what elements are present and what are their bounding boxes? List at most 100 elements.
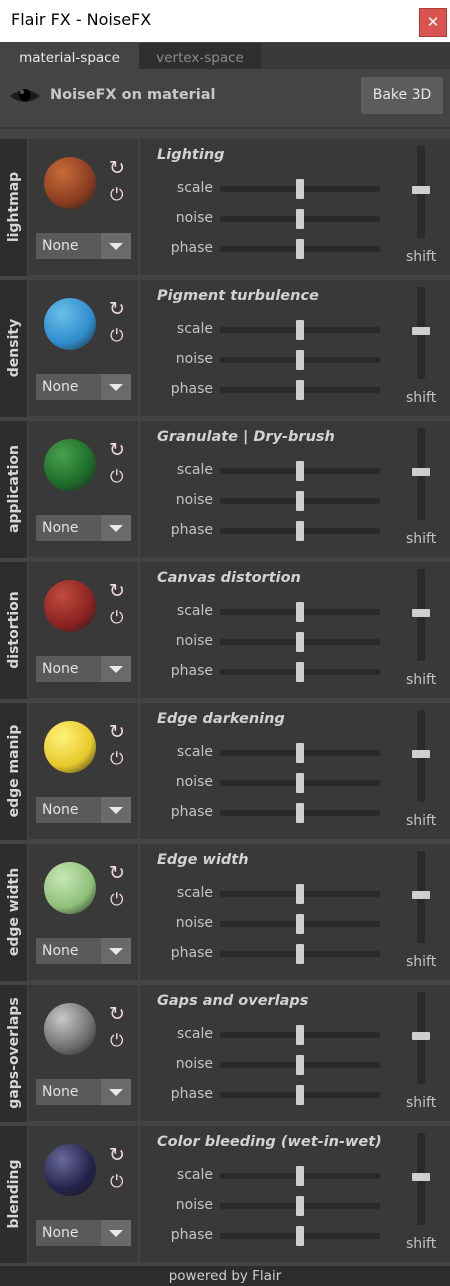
texture-select[interactable]: None bbox=[36, 1220, 131, 1246]
shift-slider-handle[interactable] bbox=[412, 468, 430, 476]
phase-slider-handle[interactable] bbox=[296, 1085, 304, 1105]
phase-slider[interactable] bbox=[220, 662, 380, 682]
reset-icon[interactable]: ↻ bbox=[109, 1004, 125, 1024]
material-sphere[interactable] bbox=[44, 862, 96, 914]
scale-slider-handle[interactable] bbox=[296, 179, 304, 199]
texture-select[interactable]: None bbox=[36, 1079, 131, 1105]
noise-slider-handle[interactable] bbox=[296, 350, 304, 370]
reset-icon[interactable]: ↻ bbox=[109, 863, 125, 883]
scale-slider-handle[interactable] bbox=[296, 461, 304, 481]
scale-slider-handle[interactable] bbox=[296, 1166, 304, 1186]
shift-slider[interactable] bbox=[412, 146, 430, 238]
dropdown-button[interactable] bbox=[101, 374, 131, 400]
reset-icon[interactable]: ↻ bbox=[109, 722, 125, 742]
power-icon[interactable]: ⏻ bbox=[110, 467, 123, 487]
phase-slider-handle[interactable] bbox=[296, 662, 304, 682]
shift-slider[interactable] bbox=[412, 710, 430, 802]
shift-slider-handle[interactable] bbox=[412, 891, 430, 899]
shift-slider-handle[interactable] bbox=[412, 1173, 430, 1181]
texture-select[interactable]: None bbox=[36, 656, 131, 682]
close-button[interactable]: ✕ bbox=[419, 8, 447, 37]
scale-slider-handle[interactable] bbox=[296, 884, 304, 904]
noise-slider-handle[interactable] bbox=[296, 209, 304, 229]
scale-slider-handle[interactable] bbox=[296, 1025, 304, 1045]
eye-icon[interactable] bbox=[8, 84, 42, 108]
power-icon[interactable]: ⏻ bbox=[110, 1172, 123, 1192]
phase-slider[interactable] bbox=[220, 1226, 380, 1246]
power-icon[interactable]: ⏻ bbox=[110, 185, 123, 205]
shift-slider-handle[interactable] bbox=[412, 1032, 430, 1040]
scale-slider[interactable] bbox=[220, 743, 380, 763]
material-sphere[interactable] bbox=[44, 1144, 96, 1196]
dropdown-button[interactable] bbox=[101, 938, 131, 964]
phase-slider[interactable] bbox=[220, 380, 380, 400]
phase-slider[interactable] bbox=[220, 1085, 380, 1105]
texture-select[interactable]: None bbox=[36, 515, 131, 541]
power-icon[interactable]: ⏻ bbox=[110, 1031, 123, 1051]
shift-slider[interactable] bbox=[412, 287, 430, 379]
texture-select[interactable]: None bbox=[36, 938, 131, 964]
material-sphere[interactable] bbox=[44, 439, 96, 491]
material-sphere[interactable] bbox=[44, 1003, 96, 1055]
dropdown-button[interactable] bbox=[101, 515, 131, 541]
shift-slider[interactable] bbox=[412, 428, 430, 520]
texture-select[interactable]: None bbox=[36, 797, 131, 823]
noise-slider[interactable] bbox=[220, 1196, 380, 1216]
noise-slider[interactable] bbox=[220, 209, 380, 229]
scale-slider-handle[interactable] bbox=[296, 743, 304, 763]
scale-slider[interactable] bbox=[220, 320, 380, 340]
dropdown-button[interactable] bbox=[101, 656, 131, 682]
power-icon[interactable]: ⏻ bbox=[110, 608, 123, 628]
noise-slider[interactable] bbox=[220, 773, 380, 793]
bake-3d-button[interactable]: Bake 3D bbox=[361, 77, 443, 114]
reset-icon[interactable]: ↻ bbox=[109, 581, 125, 601]
noise-slider[interactable] bbox=[220, 491, 380, 511]
phase-slider-handle[interactable] bbox=[296, 803, 304, 823]
scale-slider[interactable] bbox=[220, 1025, 380, 1045]
shift-slider-handle[interactable] bbox=[412, 609, 430, 617]
shift-slider[interactable] bbox=[412, 569, 430, 661]
dropdown-button[interactable] bbox=[101, 233, 131, 259]
reset-icon[interactable]: ↻ bbox=[109, 440, 125, 460]
dropdown-button[interactable] bbox=[101, 797, 131, 823]
power-icon[interactable]: ⏻ bbox=[110, 326, 123, 346]
tab-material-space[interactable]: material-space bbox=[0, 43, 139, 69]
scale-slider[interactable] bbox=[220, 602, 380, 622]
phase-slider-handle[interactable] bbox=[296, 1226, 304, 1246]
shift-slider-handle[interactable] bbox=[412, 327, 430, 335]
dropdown-button[interactable] bbox=[101, 1079, 131, 1105]
phase-slider[interactable] bbox=[220, 803, 380, 823]
reset-icon[interactable]: ↻ bbox=[109, 158, 125, 178]
phase-slider[interactable] bbox=[220, 239, 380, 259]
phase-slider-handle[interactable] bbox=[296, 944, 304, 964]
phase-slider[interactable] bbox=[220, 944, 380, 964]
noise-slider-handle[interactable] bbox=[296, 1055, 304, 1075]
material-sphere[interactable] bbox=[44, 580, 96, 632]
noise-slider[interactable] bbox=[220, 1055, 380, 1075]
power-icon[interactable]: ⏻ bbox=[110, 890, 123, 910]
material-sphere[interactable] bbox=[44, 721, 96, 773]
noise-slider[interactable] bbox=[220, 350, 380, 370]
noise-slider-handle[interactable] bbox=[296, 773, 304, 793]
tab-vertex-space[interactable]: vertex-space bbox=[139, 43, 261, 69]
texture-select[interactable]: None bbox=[36, 233, 131, 259]
material-sphere[interactable] bbox=[44, 298, 96, 350]
shift-slider[interactable] bbox=[412, 992, 430, 1084]
scale-slider[interactable] bbox=[220, 179, 380, 199]
power-icon[interactable]: ⏻ bbox=[110, 749, 123, 769]
reset-icon[interactable]: ↻ bbox=[109, 299, 125, 319]
shift-slider-handle[interactable] bbox=[412, 186, 430, 194]
noise-slider-handle[interactable] bbox=[296, 491, 304, 511]
shift-slider[interactable] bbox=[412, 851, 430, 943]
texture-select[interactable]: None bbox=[36, 374, 131, 400]
scale-slider[interactable] bbox=[220, 884, 380, 904]
phase-slider-handle[interactable] bbox=[296, 239, 304, 259]
shift-slider-handle[interactable] bbox=[412, 750, 430, 758]
dropdown-button[interactable] bbox=[101, 1220, 131, 1246]
scale-slider-handle[interactable] bbox=[296, 320, 304, 340]
scale-slider[interactable] bbox=[220, 1166, 380, 1186]
phase-slider-handle[interactable] bbox=[296, 521, 304, 541]
phase-slider-handle[interactable] bbox=[296, 380, 304, 400]
scale-slider-handle[interactable] bbox=[296, 602, 304, 622]
reset-icon[interactable]: ↻ bbox=[109, 1145, 125, 1165]
